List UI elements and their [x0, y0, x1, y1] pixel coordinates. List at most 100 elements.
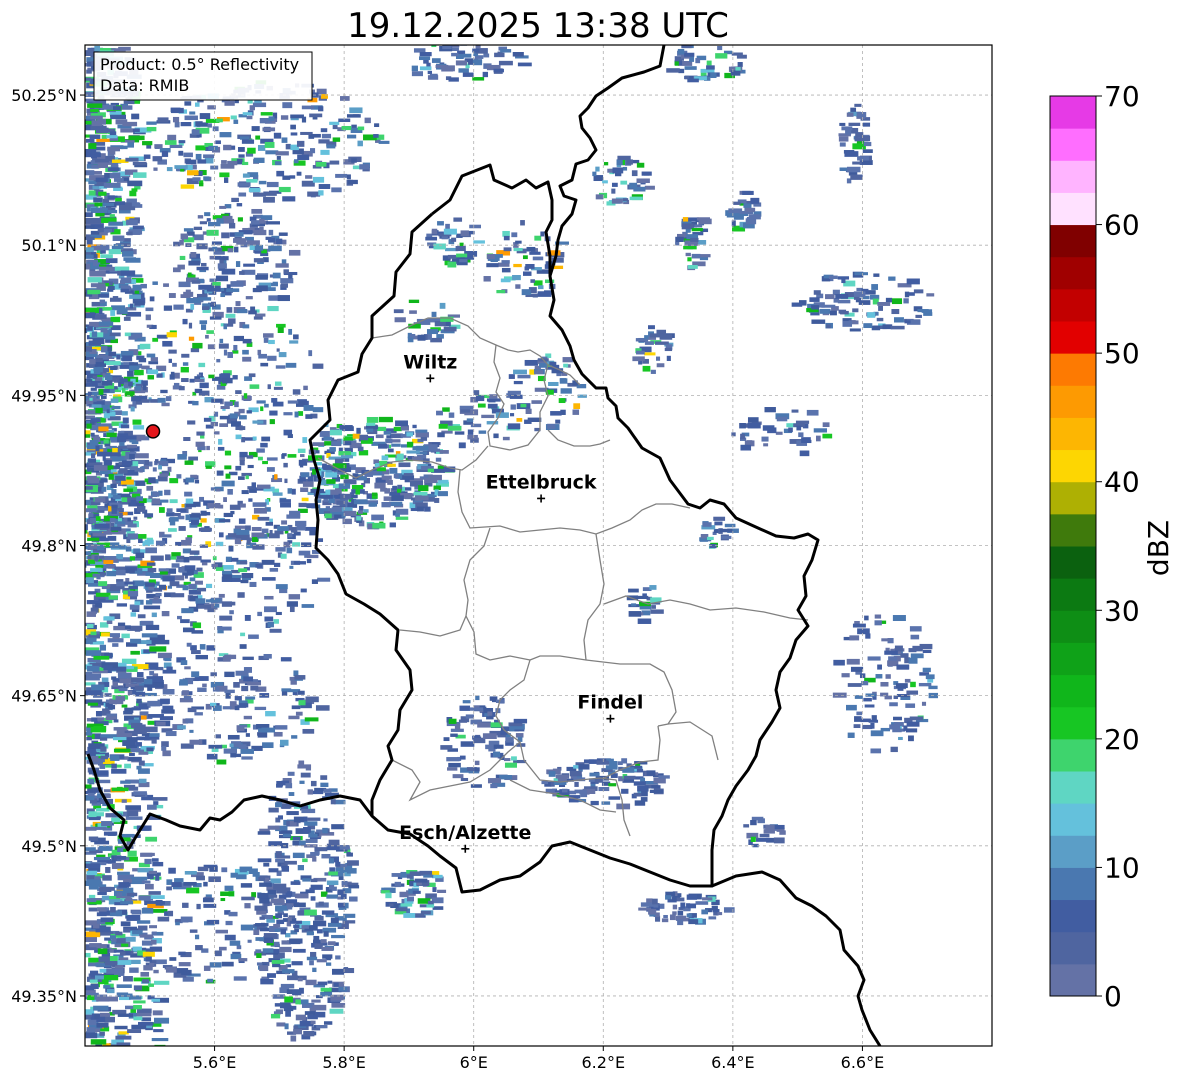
echo-cell — [874, 620, 882, 626]
echo-cell — [192, 342, 203, 349]
echo-cell — [589, 772, 600, 777]
echo-cell — [737, 62, 743, 67]
echo-cell — [262, 577, 276, 581]
echo-cell — [289, 340, 299, 344]
echo-cell — [437, 889, 447, 893]
echo-cell — [761, 436, 769, 442]
echo-cell — [267, 305, 279, 312]
echo-cell — [849, 635, 860, 641]
echo-cell — [189, 739, 203, 745]
echo-cell — [641, 790, 648, 797]
echo-cell — [127, 590, 139, 597]
echo-cell — [236, 203, 243, 207]
echo-cell — [98, 483, 104, 487]
echo-cell — [188, 260, 201, 266]
echo-cell — [408, 299, 420, 304]
echo-cell — [838, 136, 849, 142]
echo-cell — [85, 936, 97, 943]
echo-cell — [103, 974, 119, 981]
echo-cell — [151, 612, 157, 618]
echo-cell — [203, 154, 215, 159]
echo-cell — [511, 232, 518, 238]
echo-cell — [241, 896, 255, 901]
echo-cell — [387, 448, 394, 453]
echo-cell — [9, 357, 17, 362]
echo-cell — [216, 759, 227, 765]
echo-cell — [910, 634, 920, 640]
echo-cell — [253, 157, 265, 163]
echo-cell — [301, 497, 309, 502]
echo-cell — [106, 968, 124, 974]
echo-cell — [167, 466, 172, 472]
echo-cell — [312, 856, 317, 862]
echo-cell — [229, 413, 238, 419]
echo-cell — [114, 266, 130, 271]
echo-cell — [300, 772, 311, 778]
echo-cell — [300, 487, 309, 493]
echo-cell — [85, 328, 88, 334]
echo-cell — [155, 592, 162, 597]
echo-cell — [149, 664, 158, 670]
x-tick-label: 5.6°E — [193, 1053, 237, 1072]
echo-cell — [127, 142, 135, 148]
city-label: Esch/Alzette — [399, 822, 531, 844]
echo-cell — [458, 442, 466, 449]
echo-cell — [208, 145, 218, 151]
echo-cell — [191, 630, 204, 634]
echo-cell — [349, 107, 363, 114]
echo-cell — [316, 161, 327, 167]
echo-cell — [695, 58, 701, 64]
echo-cell — [142, 951, 155, 957]
echo-cell — [881, 638, 890, 642]
echo-cell — [890, 746, 898, 753]
echo-cell — [162, 576, 175, 582]
echo-cell — [221, 377, 233, 384]
echo-cell — [273, 619, 279, 624]
echo-cell — [113, 106, 122, 111]
echo-cell — [26, 449, 34, 455]
echo-cell — [269, 419, 275, 425]
echo-cell — [909, 716, 924, 721]
echo-cell — [159, 716, 174, 721]
echo-cell — [253, 316, 263, 320]
echo-cell — [272, 272, 281, 279]
echo-cell — [709, 543, 717, 549]
echo-cell — [255, 274, 268, 280]
echo-cell — [447, 254, 457, 259]
echo-cell — [854, 716, 862, 722]
echo-cell — [242, 356, 252, 362]
echo-cell — [109, 633, 121, 638]
echo-cell — [302, 437, 308, 443]
echo-cell — [108, 281, 113, 286]
echo-cell — [690, 237, 699, 242]
echo-cell — [460, 230, 469, 237]
echo-cell — [562, 357, 574, 363]
echo-cell — [409, 333, 416, 338]
echo-cell — [829, 310, 837, 316]
echo-cell — [123, 710, 133, 715]
echo-cell — [416, 506, 424, 512]
echo-cell — [111, 405, 121, 410]
echo-cell — [63, 378, 67, 384]
echo-cell — [530, 279, 535, 283]
echo-cell — [238, 958, 248, 962]
echo-cell — [238, 476, 245, 480]
echo-cell — [301, 105, 315, 110]
echo-cell — [138, 358, 147, 363]
echo-cell — [549, 361, 557, 366]
echo-cell — [125, 546, 132, 552]
echo-cell — [101, 821, 113, 827]
echo-cell — [224, 100, 235, 106]
echo-cell — [199, 544, 208, 548]
echo-cell — [100, 254, 113, 259]
echo-cell — [56, 359, 62, 363]
echo-cell — [282, 969, 295, 974]
echo-cell — [252, 287, 262, 293]
echo-cell — [323, 931, 329, 937]
echo-cell — [854, 103, 862, 107]
echo-cell — [187, 707, 197, 713]
echo-cell — [469, 707, 484, 711]
echo-cell — [573, 403, 581, 410]
echo-cell — [265, 711, 276, 717]
echo-cell — [601, 801, 611, 805]
